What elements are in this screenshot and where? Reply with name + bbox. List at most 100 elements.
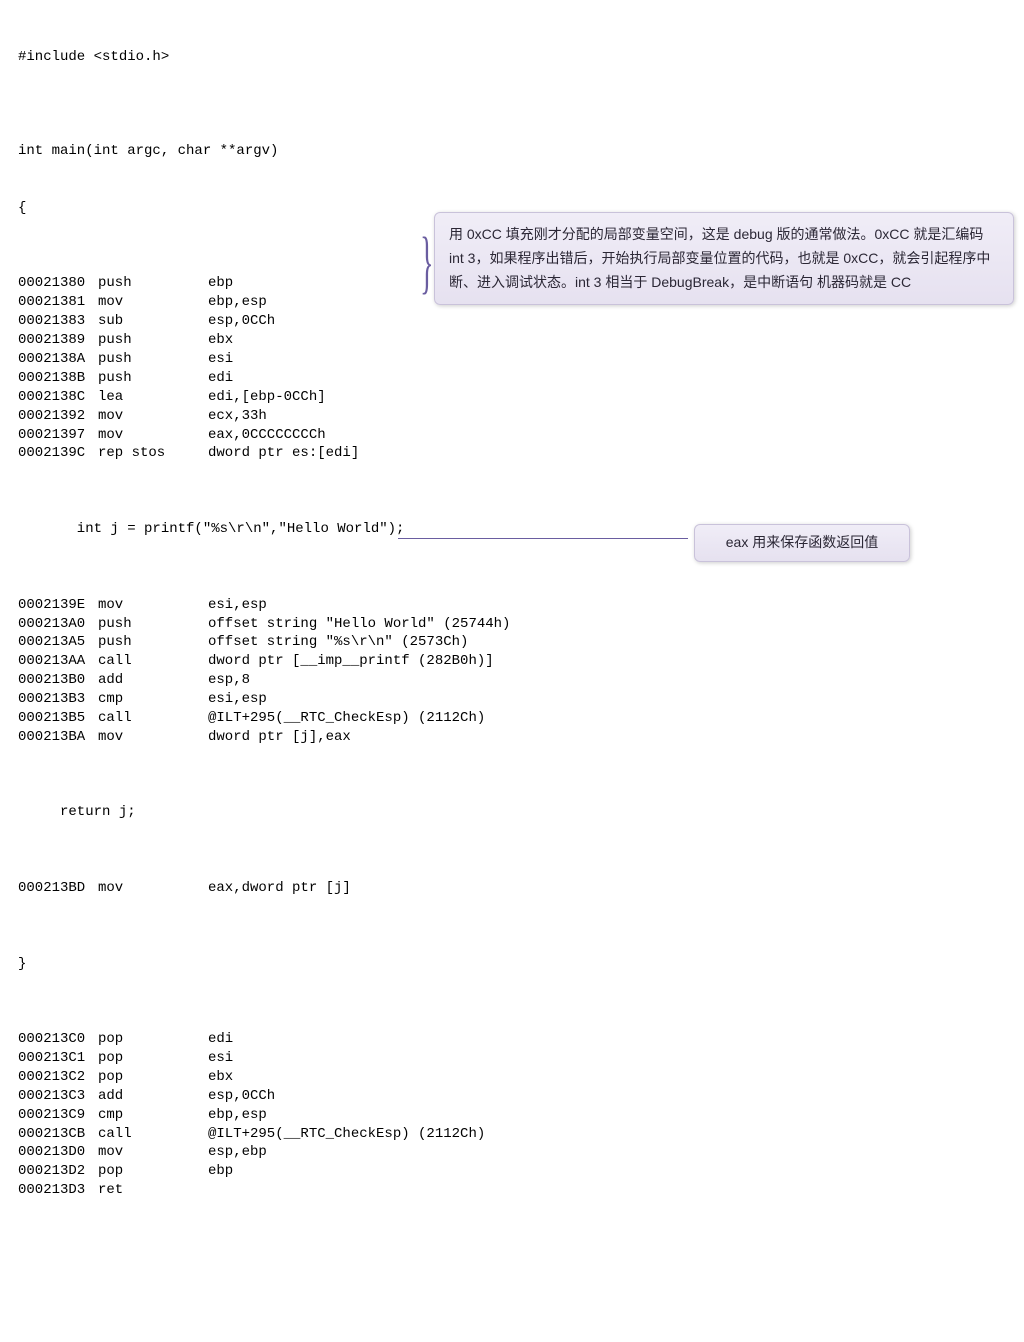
brace-close: } [18, 955, 1006, 974]
asm-line: 0002139Emovesi,esp [18, 596, 1006, 615]
asm-operands: esi [208, 1049, 233, 1068]
asm-operands: esp,8 [208, 671, 250, 690]
asm-mnemonic: mov [98, 1143, 208, 1162]
asm-operands: ebx [208, 331, 233, 350]
asm-address: 00021389 [18, 331, 98, 350]
asm-operands: ecx,33h [208, 407, 267, 426]
asm-mnemonic: push [98, 633, 208, 652]
asm-mnemonic: add [98, 671, 208, 690]
asm-address: 00021381 [18, 293, 98, 312]
asm-line: 00021397moveax,0CCCCCCCCh [18, 426, 1006, 445]
asm-line: 000213C3addesp,0CCh [18, 1087, 1006, 1106]
asm-mnemonic: rep stos [98, 444, 208, 463]
asm-line: 000213CBcall@ILT+295(__RTC_CheckEsp) (21… [18, 1125, 1006, 1144]
asm-address: 0002139C [18, 444, 98, 463]
asm-mnemonic: call [98, 1125, 208, 1144]
asm-mnemonic: call [98, 709, 208, 728]
asm-address: 000213C1 [18, 1049, 98, 1068]
asm-mnemonic: mov [98, 407, 208, 426]
asm-block-return: 000213BDmoveax,dword ptr [j] [18, 879, 1006, 898]
asm-block-epilogue: 000213C0popedi000213C1popesi000213C2pope… [18, 1030, 1006, 1200]
asm-mnemonic: call [98, 652, 208, 671]
asm-mnemonic: mov [98, 293, 208, 312]
asm-line: 0002138Apushesi [18, 350, 1006, 369]
annotation-0xcc-explanation: 用 0xCC 填充刚才分配的局部变量空间，这是 debug 版的通常做法。0xC… [434, 212, 1014, 305]
asm-operands: eax,0CCCCCCCCh [208, 426, 326, 445]
asm-mnemonic: push [98, 369, 208, 388]
asm-address: 0002138C [18, 388, 98, 407]
asm-operands: ebx [208, 1068, 233, 1087]
asm-mnemonic: push [98, 615, 208, 634]
disassembly-listing: #include <stdio.h> int main(int argc, ch… [18, 10, 1006, 1332]
asm-operands: @ILT+295(__RTC_CheckEsp) (2112Ch) [208, 1125, 485, 1144]
asm-address: 000213C2 [18, 1068, 98, 1087]
asm-mnemonic: pop [98, 1049, 208, 1068]
asm-operands: esp,0CCh [208, 1087, 275, 1106]
asm-address: 000213B3 [18, 690, 98, 709]
asm-address: 000213BD [18, 879, 98, 898]
asm-address: 000213CB [18, 1125, 98, 1144]
asm-line: 000213C9cmpebp,esp [18, 1106, 1006, 1125]
asm-line: 0002138Cleaedi,[ebp-0CCh] [18, 388, 1006, 407]
asm-address: 000213AA [18, 652, 98, 671]
asm-line: 000213D3ret [18, 1181, 1006, 1200]
asm-operands: offset string "Hello World" (25744h) [208, 615, 510, 634]
asm-line: 00021389pushebx [18, 331, 1006, 350]
include-directive: #include <stdio.h> [18, 48, 1006, 67]
asm-mnemonic: add [98, 1087, 208, 1106]
asm-operands: ebp,esp [208, 1106, 267, 1125]
asm-operands: esi,esp [208, 596, 267, 615]
asm-operands: ebp [208, 1162, 233, 1181]
asm-operands: offset string "%s\r\n" (2573Ch) [208, 633, 468, 652]
asm-line: 000213BDmoveax,dword ptr [j] [18, 879, 1006, 898]
asm-line: 0002138Bpushedi [18, 369, 1006, 388]
asm-line: 000213AAcalldword ptr [__imp__printf (28… [18, 652, 1006, 671]
asm-operands: dword ptr [__imp__printf (282B0h)] [208, 652, 494, 671]
asm-operands: ebp,esp [208, 293, 267, 312]
asm-mnemonic: push [98, 274, 208, 293]
brace-connector-icon: } [420, 228, 433, 298]
asm-address: 000213C9 [18, 1106, 98, 1125]
asm-line: 000213B5call@ILT+295(__RTC_CheckEsp) (21… [18, 709, 1006, 728]
asm-line: 000213B3cmpesi,esp [18, 690, 1006, 709]
asm-operands: ebp [208, 274, 233, 293]
asm-mnemonic: ret [98, 1181, 208, 1200]
asm-mnemonic: mov [98, 426, 208, 445]
connector-line [398, 538, 688, 539]
asm-address: 000213BA [18, 728, 98, 747]
asm-address: 0002139E [18, 596, 98, 615]
asm-line: 000213BAmovdword ptr [j],eax [18, 728, 1006, 747]
asm-address: 00021397 [18, 426, 98, 445]
asm-address: 000213C0 [18, 1030, 98, 1049]
c-source-return: return j; [18, 803, 1006, 822]
asm-line: 000213D2popebp [18, 1162, 1006, 1181]
asm-line: 00021383subesp,0CCh [18, 312, 1006, 331]
asm-block-printf: 0002139Emovesi,esp000213A0pushoffset str… [18, 596, 1006, 747]
asm-address: 000213B0 [18, 671, 98, 690]
asm-address: 0002138A [18, 350, 98, 369]
asm-line: 000213D0movesp,ebp [18, 1143, 1006, 1162]
annotation-eax-return: eax 用来保存函数返回值 [694, 524, 910, 562]
asm-operands: dword ptr es:[edi] [208, 444, 359, 463]
asm-address: 000213D2 [18, 1162, 98, 1181]
asm-mnemonic: lea [98, 388, 208, 407]
asm-address: 000213D3 [18, 1181, 98, 1200]
asm-mnemonic: mov [98, 879, 208, 898]
asm-address: 0002138B [18, 369, 98, 388]
asm-line: 000213A5pushoffset string "%s\r\n" (2573… [18, 633, 1006, 652]
asm-address: 000213C3 [18, 1087, 98, 1106]
asm-mnemonic: mov [98, 728, 208, 747]
asm-operands: dword ptr [j],eax [208, 728, 351, 747]
asm-mnemonic: push [98, 350, 208, 369]
main-signature: int main(int argc, char **argv) [18, 142, 1006, 161]
asm-line: 000213C2popebx [18, 1068, 1006, 1087]
asm-address: 00021392 [18, 407, 98, 426]
asm-mnemonic: cmp [98, 690, 208, 709]
asm-address: 00021383 [18, 312, 98, 331]
asm-address: 000213D0 [18, 1143, 98, 1162]
asm-operands: esi,esp [208, 690, 267, 709]
asm-mnemonic: pop [98, 1030, 208, 1049]
asm-operands: esp,0CCh [208, 312, 275, 331]
asm-operands: edi,[ebp-0CCh] [208, 388, 326, 407]
asm-mnemonic: pop [98, 1162, 208, 1181]
